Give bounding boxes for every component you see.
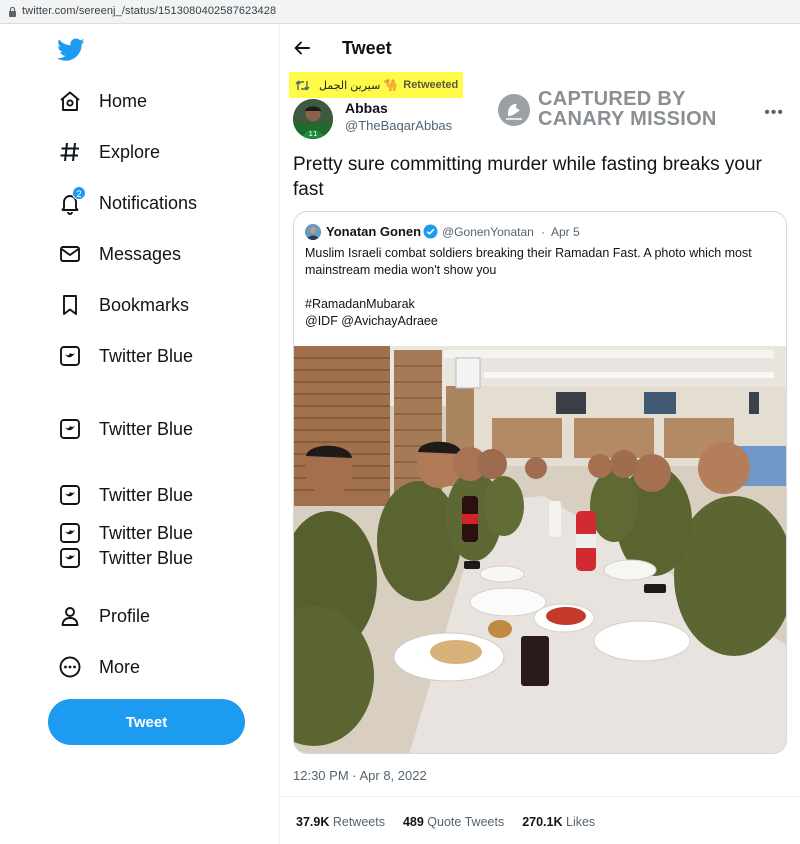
author-handle[interactable]: @TheBaqarAbbas: [345, 118, 452, 133]
quoted-author-handle: @GonenYonatan: [442, 225, 534, 239]
watermark-line2: CANARY MISSION: [538, 108, 717, 130]
sidebar-item-twitter-blue[interactable]: Twitter Blue: [58, 475, 193, 515]
sidebar-item-home[interactable]: Home: [58, 81, 147, 121]
sidebar-item-label: Twitter Blue: [99, 345, 194, 366]
back-arrow-icon[interactable]: [293, 39, 311, 57]
canary-logo-icon: [498, 94, 530, 126]
quotes-count: 489: [402, 815, 424, 829]
retweeted-label: Retweeted: [403, 79, 459, 91]
sidebar-item-label: Twitter Blue: [99, 484, 194, 505]
retweets-stat[interactable]: 37.9K Retweets: [296, 815, 385, 829]
page-title: Tweet: [342, 38, 392, 58]
compose-tweet-button[interactable]: Tweet: [48, 699, 245, 745]
sidebar-nav: Home Explore 2 Notifications Messages Bo…: [0, 24, 279, 844]
sidebar-item-label: Bookmarks: [99, 294, 190, 315]
twitter-bird-icon[interactable]: [57, 38, 85, 62]
twitter-blue-icon: [58, 521, 82, 545]
retweet-banner: سيرين الجمل 🐪 Retweeted: [289, 72, 463, 98]
quoted-date: Apr 5: [551, 225, 580, 239]
tweet-detail: Tweet سيرين الجمل 🐪 Retweeted 11 Abbas @…: [280, 24, 800, 844]
quoted-avatar: [305, 224, 321, 240]
quoted-hashtag[interactable]: #RamadanMubarak: [305, 297, 415, 311]
person-icon: [58, 604, 82, 628]
sidebar-item-label: Explore: [99, 141, 161, 162]
quoted-tweet[interactable]: Yonatan Gonen @GonenYonatan · Apr 5 Musl…: [293, 211, 787, 754]
sidebar-item-label: More: [99, 656, 141, 677]
tweet-text: Pretty sure committing murder while fast…: [293, 154, 762, 200]
sidebar-item-profile[interactable]: Profile: [58, 596, 150, 636]
verified-badge-icon: [423, 224, 438, 239]
sidebar-item-label: Home: [99, 90, 148, 111]
sidebar-item-twitter-blue[interactable]: Twitter Blue: [58, 409, 193, 449]
sidebar-item-label: Twitter Blue: [99, 418, 194, 439]
quoted-author-name: Yonatan Gonen: [326, 224, 422, 239]
notification-badge: 2: [72, 186, 86, 200]
bell-icon: 2: [58, 186, 86, 215]
watermark: CAPTURED BY CANARY MISSION: [498, 88, 728, 132]
twitter-blue-icon: [58, 546, 82, 570]
more-circle-icon: [58, 655, 82, 679]
quotes-label: Quote Tweets: [427, 815, 505, 829]
sidebar-item-label: Notifications: [99, 192, 198, 213]
svg-text:11: 11: [309, 130, 318, 138]
envelope-icon: [58, 242, 82, 266]
retweets-label: Retweets: [332, 815, 385, 829]
likes-count: 270.1K: [522, 815, 563, 829]
soldiers-dinner-photo[interactable]: [294, 346, 787, 754]
camel-emoji-icon: 🐪: [383, 78, 399, 92]
sidebar-item-messages[interactable]: Messages: [58, 234, 181, 274]
sidebar-item-more[interactable]: More: [58, 647, 140, 687]
browser-url-bar[interactable]: twitter.com/sereenj_/status/151308040258…: [0, 0, 800, 24]
sidebar-item-label: Twitter Blue: [99, 522, 194, 543]
likes-label: Likes: [566, 815, 596, 829]
sidebar-item-twitter-blue[interactable]: Twitter Blue: [58, 336, 193, 376]
twitter-blue-icon: [58, 417, 82, 441]
sidebar-item-twitter-blue[interactable]: Twitter Blue: [58, 520, 193, 546]
sidebar-item-label: Messages: [99, 243, 182, 264]
quoted-mentions[interactable]: @IDF @AvichayAdraee: [305, 314, 438, 328]
sidebar-item-label: Twitter Blue: [99, 547, 194, 568]
home-icon: [58, 89, 82, 113]
quote-tweets-stat[interactable]: 489 Quote Tweets: [403, 815, 504, 829]
url-text: twitter.com/sereenj_/status/151308040258…: [22, 5, 277, 17]
likes-stat[interactable]: 270.1K Likes: [522, 815, 595, 829]
bookmark-icon: [58, 293, 82, 317]
hashtag-icon: [58, 140, 82, 164]
separator-dot: ·: [541, 225, 545, 239]
retweeter-name[interactable]: سيرين الجمل: [319, 79, 380, 92]
quoted-text: Muslim Israeli combat soldiers breaking …: [305, 246, 752, 277]
sidebar-item-twitter-blue[interactable]: Twitter Blue: [58, 545, 193, 571]
avatar[interactable]: 11: [293, 99, 333, 139]
twitter-blue-icon: [58, 483, 82, 507]
sidebar-item-notifications[interactable]: 2 Notifications: [58, 183, 197, 223]
tweet-stats: 37.9K Retweets 489 Quote Tweets 270.1K L…: [296, 815, 613, 829]
retweets-count: 37.9K: [296, 815, 330, 829]
sidebar-item-label: Profile: [99, 605, 151, 626]
sidebar-item-bookmarks[interactable]: Bookmarks: [58, 285, 189, 325]
tweet-timestamp[interactable]: 12:30 PM · Apr 8, 2022: [293, 768, 427, 783]
author-name[interactable]: Abbas: [345, 100, 388, 116]
twitter-blue-icon: [58, 344, 82, 368]
retweet-icon: [295, 79, 310, 91]
sidebar-item-explore[interactable]: Explore: [58, 132, 160, 172]
stats-divider: [280, 796, 800, 797]
lock-icon: [9, 6, 16, 17]
more-options-icon[interactable]: •••: [764, 104, 784, 122]
